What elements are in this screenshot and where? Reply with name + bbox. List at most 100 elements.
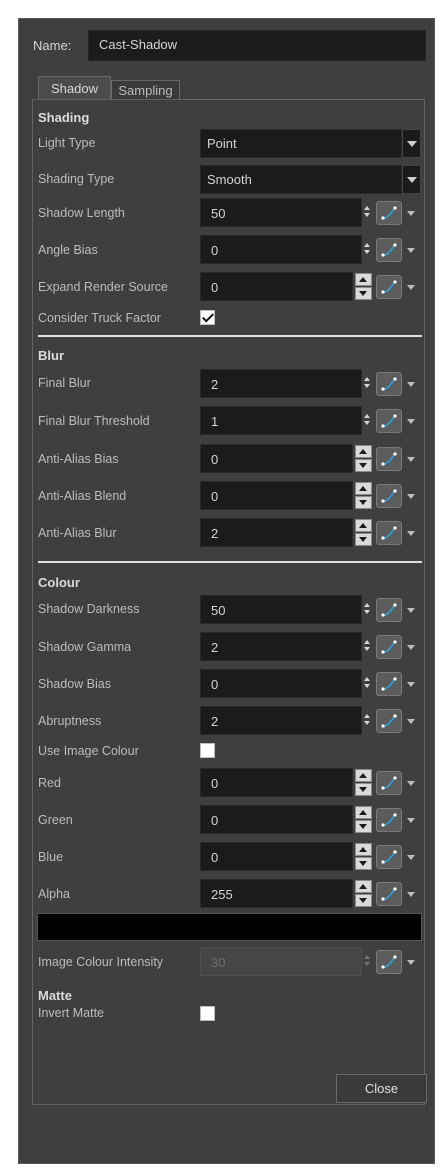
dropdown-arrow-icon[interactable] — [406, 635, 416, 659]
green-field[interactable]: 0 — [200, 805, 353, 834]
spin-arrows-icon[interactable] — [364, 205, 372, 221]
shadow-length-field[interactable]: 50 — [200, 198, 362, 227]
spin-arrows-icon[interactable] — [364, 713, 372, 729]
spin-arrows-icon[interactable] — [364, 242, 372, 258]
shadow-bias-field[interactable]: 0 — [200, 669, 362, 698]
red-label: Red — [38, 776, 61, 790]
dropdown-arrow-icon[interactable] — [406, 950, 416, 974]
dropdown-arrow-icon[interactable] — [406, 372, 416, 396]
light-type-label: Light Type — [38, 136, 96, 150]
invert-matte-checkbox[interactable] — [200, 1006, 215, 1021]
dropdown-arrow-icon[interactable] — [406, 672, 416, 696]
spin-arrows-icon[interactable] — [364, 602, 372, 618]
divider — [38, 335, 422, 337]
section-shading-title: Shading — [38, 110, 90, 125]
spin-arrows-icon[interactable] — [355, 518, 372, 547]
expand-render-source-field[interactable]: 0 — [200, 272, 353, 301]
spin-arrows-icon[interactable] — [355, 481, 372, 510]
close-button[interactable]: Close — [336, 1074, 427, 1103]
tab-sampling[interactable]: Sampling — [111, 80, 180, 100]
final-blur-field[interactable]: 2 — [200, 369, 362, 398]
dropdown-arrow-icon[interactable] — [406, 484, 416, 508]
shadow-gamma-field[interactable]: 2 — [200, 632, 362, 661]
function-curve-icon[interactable] — [376, 201, 402, 225]
use-image-colour-checkbox[interactable] — [200, 743, 215, 758]
dropdown-arrow-icon[interactable] — [406, 201, 416, 225]
spin-arrows-icon[interactable] — [364, 413, 372, 429]
dropdown-arrow-icon[interactable] — [406, 845, 416, 869]
name-input[interactable]: Cast-Shadow — [88, 30, 426, 61]
blue-field[interactable]: 0 — [200, 842, 353, 871]
angle-bias-field[interactable]: 0 — [200, 235, 362, 264]
function-curve-icon[interactable] — [376, 372, 402, 396]
abruptness-label: Abruptness — [38, 714, 102, 728]
alpha-field[interactable]: 255 — [200, 879, 353, 908]
shadow-bias-label: Shadow Bias — [38, 677, 111, 691]
function-curve-icon[interactable] — [376, 484, 402, 508]
dropdown-arrow-icon[interactable] — [406, 598, 416, 622]
section-blur-title: Blur — [38, 348, 64, 363]
function-curve-icon[interactable] — [376, 882, 402, 906]
function-curve-icon[interactable] — [376, 447, 402, 471]
consider-truck-factor-label: Consider Truck Factor — [38, 311, 161, 325]
spin-arrows-icon[interactable] — [355, 272, 372, 301]
green-label: Green — [38, 813, 73, 827]
consider-truck-factor-checkbox[interactable] — [200, 310, 215, 325]
function-curve-icon[interactable] — [376, 845, 402, 869]
alpha-label: Alpha — [38, 887, 70, 901]
spin-arrows-icon[interactable] — [364, 376, 372, 392]
spin-arrows-icon[interactable] — [355, 842, 372, 871]
function-curve-icon[interactable] — [376, 238, 402, 262]
shading-type-select[interactable]: Smooth — [200, 165, 402, 194]
final-blur-label: Final Blur — [38, 376, 91, 390]
dropdown-arrow-icon[interactable] — [406, 709, 416, 733]
shadow-darkness-label: Shadow Darkness — [38, 602, 140, 616]
shadow-darkness-field[interactable]: 50 — [200, 595, 362, 624]
dropdown-arrow-icon[interactable] — [406, 447, 416, 471]
dropdown-arrow-icon[interactable] — [406, 521, 416, 545]
function-curve-icon[interactable] — [376, 771, 402, 795]
spin-arrows-icon[interactable] — [355, 805, 372, 834]
dropdown-arrow-icon[interactable] — [406, 275, 416, 299]
anti-alias-blur-label: Anti-Alias Blur — [38, 526, 117, 540]
spin-arrows-icon[interactable] — [355, 879, 372, 908]
colour-swatch[interactable] — [37, 913, 422, 941]
chevron-down-icon[interactable] — [402, 129, 421, 158]
spin-arrows-icon[interactable] — [364, 639, 372, 655]
use-image-colour-label: Use Image Colour — [38, 744, 139, 758]
chevron-down-icon[interactable] — [402, 165, 421, 194]
function-curve-icon[interactable] — [376, 275, 402, 299]
function-curve-icon[interactable] — [376, 672, 402, 696]
light-type-select[interactable]: Point — [200, 129, 402, 158]
tab-shadow[interactable]: Shadow — [38, 76, 111, 100]
anti-alias-bias-field[interactable]: 0 — [200, 444, 353, 473]
section-colour-title: Colour — [38, 575, 80, 590]
function-curve-icon[interactable] — [376, 635, 402, 659]
function-curve-icon[interactable] — [376, 709, 402, 733]
name-label: Name: — [33, 38, 72, 53]
final-blur-threshold-label: Final Blur Threshold — [38, 414, 150, 428]
anti-alias-blur-field[interactable]: 2 — [200, 518, 353, 547]
dropdown-arrow-icon[interactable] — [406, 238, 416, 262]
function-curve-icon[interactable] — [376, 598, 402, 622]
spin-arrows-icon[interactable] — [364, 676, 372, 692]
anti-alias-blend-field[interactable]: 0 — [200, 481, 353, 510]
divider — [38, 561, 422, 563]
anti-alias-blend-label: Anti-Alias Blend — [38, 489, 127, 503]
dropdown-arrow-icon[interactable] — [406, 808, 416, 832]
function-curve-icon[interactable] — [376, 521, 402, 545]
dropdown-arrow-icon[interactable] — [406, 409, 416, 433]
red-field[interactable]: 0 — [200, 768, 353, 797]
angle-bias-label: Angle Bias — [38, 243, 98, 257]
spin-arrows-icon[interactable] — [355, 444, 372, 473]
dropdown-arrow-icon[interactable] — [406, 882, 416, 906]
spin-arrows-icon[interactable] — [355, 768, 372, 797]
function-curve-icon[interactable] — [376, 808, 402, 832]
function-curve-icon[interactable] — [376, 409, 402, 433]
dropdown-arrow-icon[interactable] — [406, 771, 416, 795]
abruptness-field[interactable]: 2 — [200, 706, 362, 735]
function-curve-icon[interactable] — [376, 950, 402, 974]
expand-render-source-label: Expand Render Source — [38, 280, 168, 294]
anti-alias-bias-label: Anti-Alias Bias — [38, 452, 119, 466]
final-blur-threshold-field[interactable]: 1 — [200, 406, 362, 435]
